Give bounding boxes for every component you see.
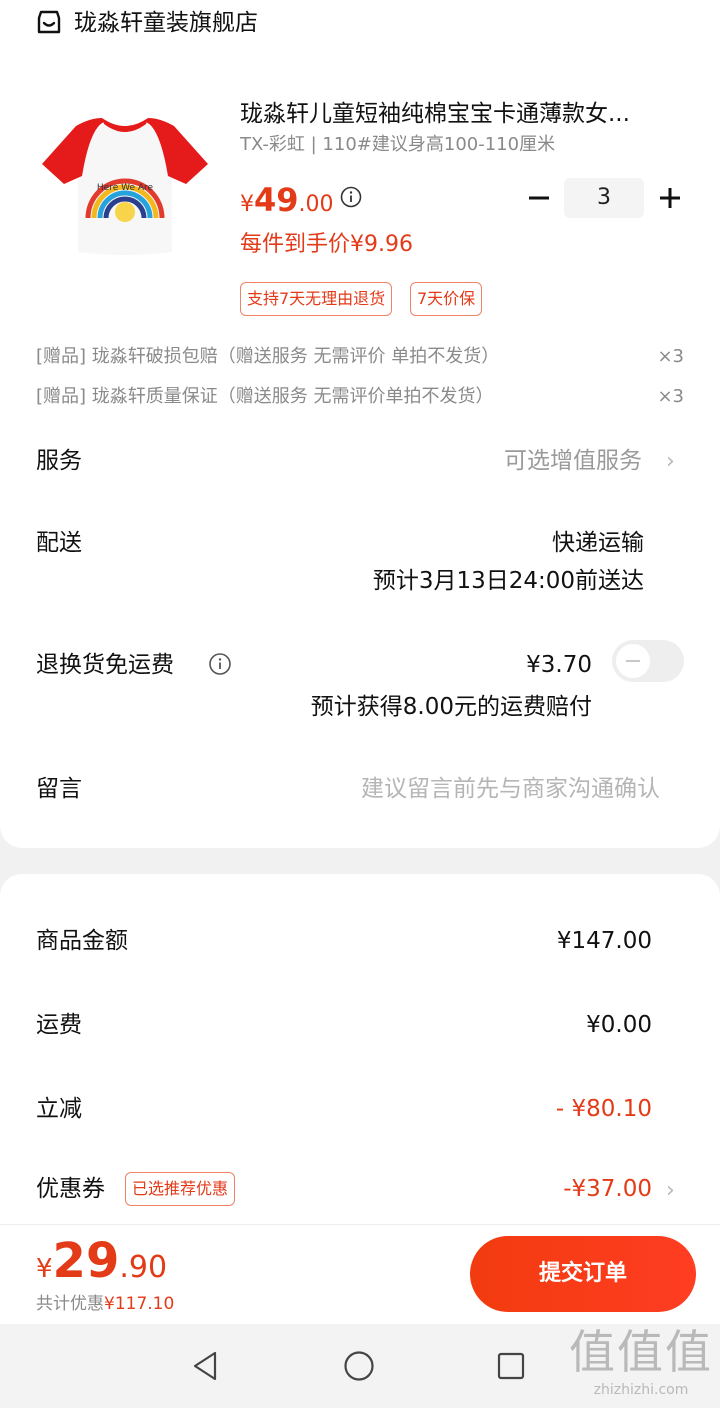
service-label: 服务 <box>36 448 82 474</box>
total-currency: ¥ <box>36 1254 53 1284</box>
store-icon <box>37 10 61 34</box>
gift-quantity: ×3 <box>657 386 684 407</box>
back-icon[interactable] <box>190 1350 222 1382</box>
decrease-quantity-button[interactable] <box>524 180 554 216</box>
total-integer: 29 <box>52 1233 120 1289</box>
discount-value: - ¥80.10 <box>555 1096 652 1122</box>
price-currency: ¥ <box>240 192 254 217</box>
watermark-logo: 值值值 <box>569 1325 713 1379</box>
store-name[interactable]: 珑淼轩童装旗舰店 <box>74 6 258 40</box>
savings-label: 共计优惠 <box>36 1294 104 1314</box>
shipping-fee-value: ¥0.00 <box>586 1012 652 1038</box>
goods-amount-value: ¥147.00 <box>556 928 652 954</box>
price-integer: 49 <box>254 181 299 219</box>
message-input[interactable]: 建议留言前先与商家沟通确认 <box>361 772 660 806</box>
return-shipping-label: 退换货免运费 <box>36 652 174 678</box>
product-price: ¥49.00 <box>240 178 334 228</box>
message-label: 留言 <box>36 776 82 802</box>
chevron-right-icon[interactable]: › <box>666 1174 675 1208</box>
info-icon[interactable] <box>340 186 362 208</box>
unit-price: 每件到手价¥9.96 <box>240 232 413 257</box>
price-protect-tag: 7天价保 <box>410 282 483 316</box>
shipping-fee-label: 运费 <box>36 1012 82 1038</box>
goods-amount-label: 商品金额 <box>36 928 128 954</box>
gift-quantity: ×3 <box>657 346 684 367</box>
return-policy-tag: 支持7天无理由退货 <box>240 282 393 316</box>
product-image-text: Here We Are <box>97 183 154 193</box>
return-shipping-price: ¥3.70 <box>526 652 592 678</box>
submit-order-button[interactable]: 提交订单 <box>470 1236 696 1312</box>
discount-label: 立减 <box>36 1096 82 1122</box>
return-shipping-note: 预计获得8.00元的运费赔付 <box>310 694 592 720</box>
product-spec[interactable]: TX-彩虹 | 110#建议身高100-110厘米 <box>240 132 555 158</box>
delivery-label: 配送 <box>36 530 82 556</box>
gift-item: [赠品] 珑淼轩质量保证（赠送服务 无需评价单拍不发货） <box>36 386 494 407</box>
info-icon[interactable] <box>208 652 232 676</box>
chevron-right-icon[interactable]: › <box>666 445 675 479</box>
coupon-value[interactable]: -¥37.00 <box>563 1172 652 1206</box>
coupon-label: 优惠券 <box>36 1176 105 1202</box>
toggle-knob <box>616 644 650 678</box>
total-savings: 共计优惠¥117.10 <box>36 1290 174 1318</box>
return-shipping-toggle[interactable] <box>612 640 684 682</box>
service-value[interactable]: 可选增值服务 <box>504 444 642 478</box>
gift-item: [赠品] 珑淼轩破损包赔（赠送服务 无需评价 单拍不发货） <box>36 346 500 367</box>
recents-icon[interactable] <box>496 1351 526 1381</box>
savings-value: ¥117.10 <box>104 1294 175 1314</box>
increase-quantity-button[interactable] <box>654 180 686 216</box>
watermark: 值值值 zhizhizhi.com <box>566 1324 716 1400</box>
total-decimal: .90 <box>119 1250 168 1285</box>
quantity-input[interactable]: 3 <box>564 178 644 218</box>
product-image[interactable]: Here We Are <box>40 106 210 266</box>
delivery-method[interactable]: 快递运输 <box>552 526 644 560</box>
watermark-url: zhizhizhi.com <box>593 1382 689 1398</box>
coupon-tag: 已选推荐优惠 <box>125 1172 236 1206</box>
home-icon[interactable] <box>343 1350 375 1382</box>
delivery-eta: 预计3月13日24:00前送达 <box>372 568 644 594</box>
product-title[interactable]: 珑淼轩儿童短袖纯棉宝宝卡通薄款女... <box>240 98 688 130</box>
price-decimal: .00 <box>298 192 334 217</box>
